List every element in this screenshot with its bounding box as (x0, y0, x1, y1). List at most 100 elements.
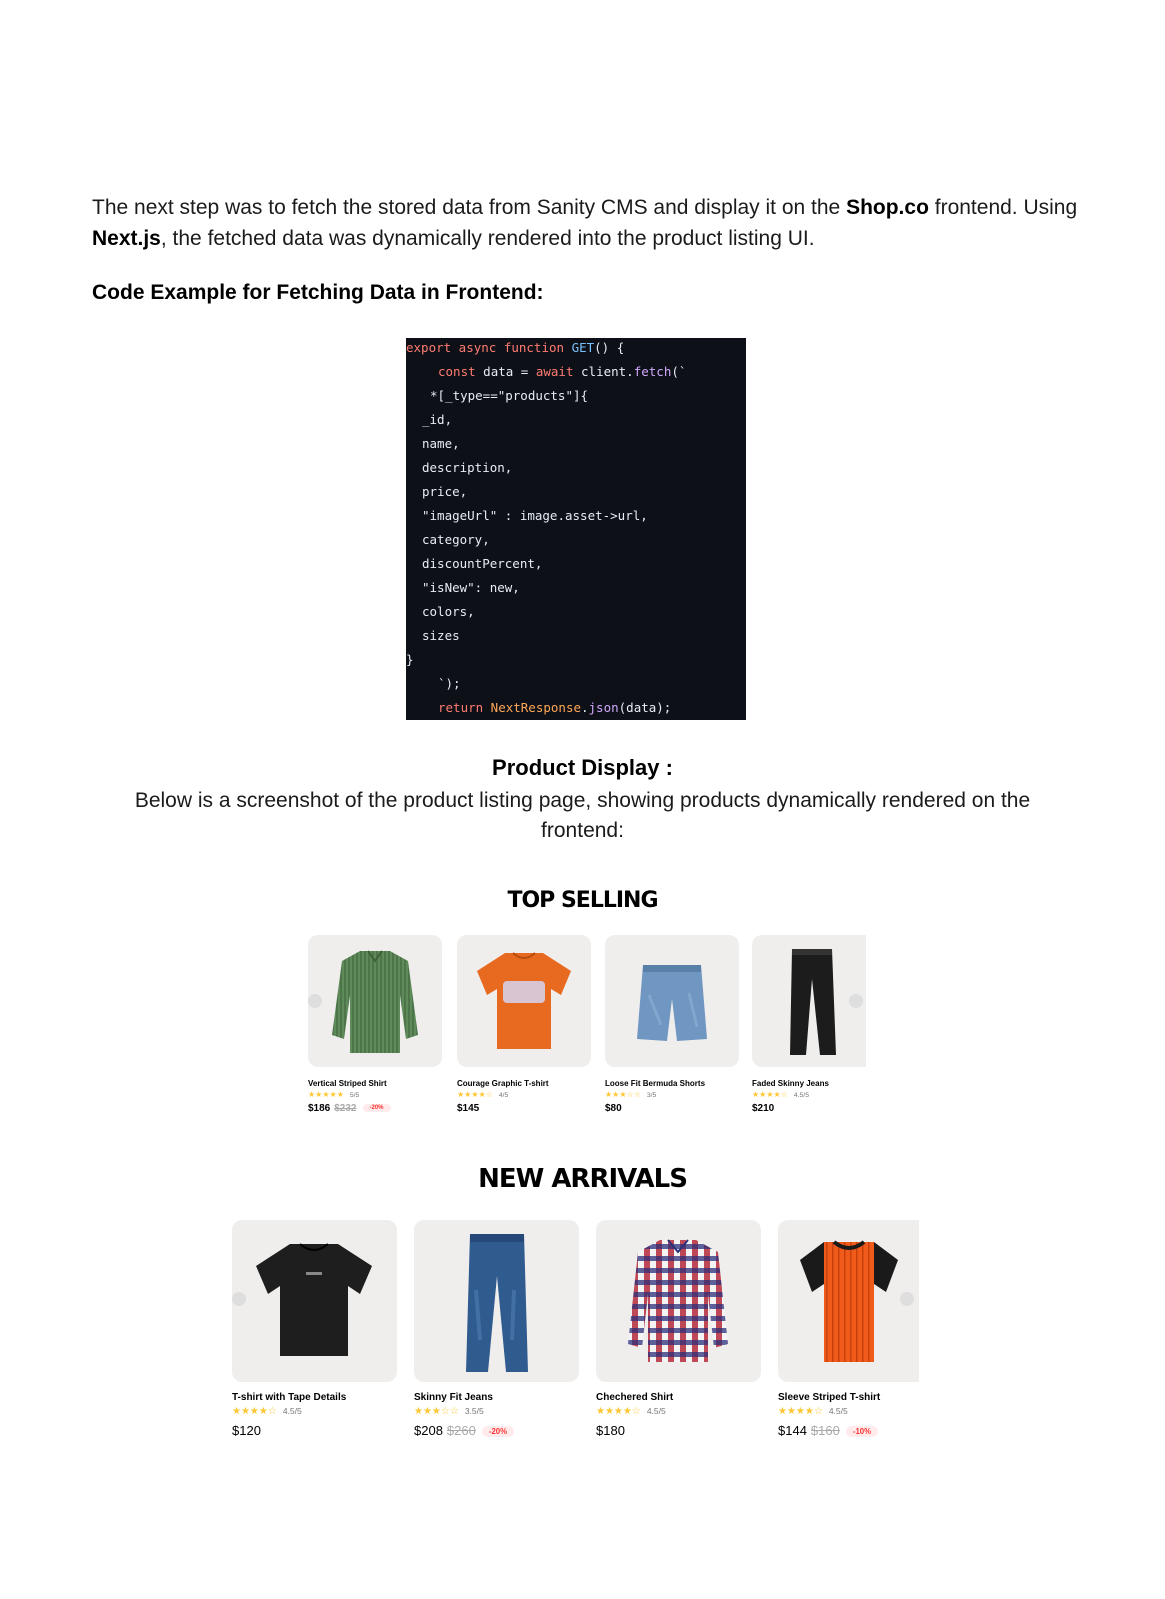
current-price: $80 (605, 1103, 622, 1114)
product-image[interactable] (778, 1220, 919, 1382)
code-token: await (535, 364, 574, 379)
checkered-shirt-image (628, 1239, 728, 1362)
rating-value: 4/5 (498, 1092, 509, 1099)
code-line: discountPercent, (422, 556, 543, 571)
code-heading: Code Example for Fetching Data in Fronte… (92, 281, 544, 304)
blue-jeans-image (466, 1234, 528, 1372)
brand-name: Shop.co (846, 196, 929, 219)
code-line: *[_type=="products"]{ (430, 388, 589, 403)
current-price: $144 (778, 1423, 807, 1438)
code-line: name, (422, 436, 460, 451)
code-token: const (438, 364, 476, 379)
rating-stars: ★★★★☆ 4.5/5 (778, 1406, 848, 1417)
rating-stars: ★★★★★ 5/5 (308, 1090, 359, 1099)
rating-stars: ★★★☆☆ 3.5/5 (414, 1406, 484, 1417)
striped-tshirt-image (800, 1240, 898, 1362)
graphic-tshirt-image: ​ (477, 952, 571, 1049)
code-line: price, (422, 484, 468, 499)
product-name: Courage Graphic T-shirt (457, 1079, 549, 1088)
code-line: sizes (422, 628, 460, 643)
product-image[interactable] (308, 935, 442, 1067)
code-line: "imageUrl" : image.asset->url, (422, 508, 648, 523)
code-token: (data); (618, 700, 672, 715)
star-icons: ★★★★☆ (596, 1406, 641, 1417)
intro-text-1: The next step was to fetch the stored da… (92, 196, 847, 219)
black-tshirt-image (256, 1243, 372, 1356)
code-line: return NextResponse.json(data); (438, 700, 671, 715)
star-icons: ★★★☆☆ (414, 1406, 459, 1417)
product-name: Vertical Striped Shirt (308, 1079, 387, 1088)
product-image[interactable] (596, 1220, 761, 1382)
product-price: $210 (752, 1103, 774, 1114)
product-name: Sleeve Striped T-shirt (778, 1392, 881, 1403)
code-line: category, (422, 532, 490, 547)
product-price: $120 (232, 1423, 261, 1438)
product-display-text: Below is a screenshot of the product lis… (134, 789, 1031, 842)
carousel-prev-icon[interactable] (308, 994, 322, 1008)
intro-paragraph: The next step was to fetch the stored da… (92, 192, 1092, 254)
product-display-title: Product Display : (492, 755, 673, 780)
denim-shorts-image (637, 965, 707, 1041)
code-line: _id, (422, 412, 453, 427)
code-token: NextResponse (483, 700, 581, 715)
discount-badge: -20% (481, 1426, 515, 1438)
original-price: $260 (446, 1423, 476, 1438)
code-token: fetch (633, 364, 672, 379)
carousel-prev-icon[interactable] (232, 1292, 246, 1306)
product-name: Faded Skinny Jeans (752, 1079, 829, 1088)
star-icons: ★★★★☆ (778, 1406, 823, 1417)
code-token: . (581, 700, 589, 715)
product-price: $145 (457, 1103, 479, 1114)
product-price: $180 (596, 1423, 625, 1438)
rating-value: 4.5/5 (282, 1406, 302, 1416)
product-image[interactable] (414, 1220, 579, 1382)
rating-value: 3.5/5 (464, 1406, 484, 1416)
rating-value: 5/5 (349, 1092, 360, 1099)
rating-stars: ★★★★☆ 4.5/5 (232, 1406, 302, 1417)
current-price: $120 (232, 1423, 261, 1438)
code-line: `); (438, 676, 461, 691)
rating-value: 4.5/5 (646, 1406, 666, 1416)
star-icons: ★★★★☆ (232, 1406, 277, 1417)
rating-value: 4.5/5 (828, 1406, 848, 1416)
code-token: export async function (406, 340, 572, 355)
rating-value: 3/5 (646, 1092, 657, 1099)
code-token: return (438, 700, 484, 715)
code-token: (` (671, 364, 687, 379)
code-token: () { (594, 340, 625, 355)
rating-stars: ★★★★☆ 4.5/5 (596, 1406, 666, 1417)
code-line: } (406, 652, 414, 667)
product-name: Skinny Fit Jeans (414, 1392, 493, 1403)
code-line: description, (422, 460, 513, 475)
code-line: export async function GET() { (406, 340, 624, 355)
top-selling-title: TOP SELLING (507, 888, 658, 913)
carousel-next-icon[interactable] (849, 994, 863, 1008)
product-price: $144 $160 -10% (778, 1423, 879, 1438)
rating-stars: ★★★☆☆ 3/5 (605, 1090, 656, 1099)
rating-stars: ★★★★☆ 4.5/5 (752, 1090, 809, 1099)
discount-badge: -10% (845, 1426, 879, 1438)
discount-badge: -20% (362, 1104, 391, 1113)
code-block: export async function GET() { const data… (406, 338, 746, 720)
code-token: client. (573, 364, 634, 379)
intro-text-3: , the fetched data was dynamically rende… (160, 227, 815, 250)
product-image[interactable] (232, 1220, 397, 1382)
code-line: "isNew": new, (422, 580, 520, 595)
carousel-next-icon[interactable] (900, 1292, 914, 1306)
code-token: GET (571, 340, 595, 355)
intro-text-2: frontend. Using (928, 196, 1078, 219)
star-icons: ★★★☆☆ (605, 1090, 641, 1099)
product-name: T-shirt with Tape Details (232, 1392, 347, 1403)
product-price: $208 $260 -20% (414, 1423, 515, 1438)
product-image[interactable] (605, 935, 739, 1067)
product-name: Loose Fit Bermuda Shorts (605, 1079, 706, 1088)
new-arrivals-title: NEW ARRIVALS (478, 1164, 688, 1194)
framework-name: Next.js (92, 227, 161, 250)
original-price: $232 (334, 1103, 357, 1114)
product-name: Chechered Shirt (596, 1392, 674, 1403)
star-icons: ★★★★☆ (752, 1090, 788, 1099)
striped-shirt-image (332, 950, 418, 1053)
product-image[interactable]: ​ (457, 935, 591, 1067)
current-price: $210 (752, 1103, 775, 1114)
rating-value: 4.5/5 (793, 1092, 809, 1099)
